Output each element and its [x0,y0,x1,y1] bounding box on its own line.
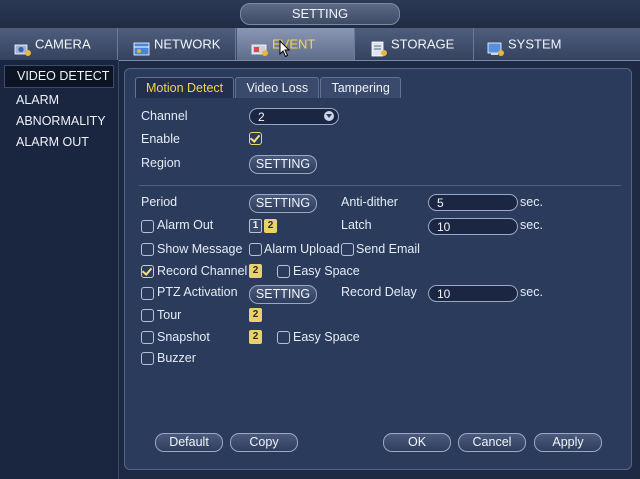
ptz-activation-checkbox[interactable] [141,287,154,300]
divider [139,185,621,186]
channel-value: 2 [258,110,265,124]
easy-space-checkbox[interactable] [277,265,290,278]
subtab-video-loss[interactable]: Video Loss [235,77,320,98]
snapshot-label: Snapshot [157,330,210,344]
chevron-down-icon[interactable] [324,111,334,121]
anti-dither-label: Anti-dither [341,195,398,209]
anti-dither-unit: sec. [520,195,543,209]
send-email-checkbox[interactable] [341,243,354,256]
ptz-activation-label: PTZ Activation [157,285,238,299]
show-message-checkbox[interactable] [141,243,154,256]
tour-label: Tour [157,308,182,322]
tab-network[interactable]: NETWORK [119,28,236,60]
region-label: Region [141,156,181,170]
buzzer-label: Buzzer [157,351,196,365]
subtab-bar: Motion Detect Video Loss Tampering [135,77,401,99]
record-delay-unit: sec. [520,285,543,299]
tab-label: SYSTEM [508,36,562,52]
period-setting-button[interactable]: SETTING [249,194,317,213]
cancel-button[interactable]: Cancel [458,433,526,452]
top-navigation: CAMERA NETWORK EVENT STORAGE SYSTEM [0,28,640,61]
ok-button[interactable]: OK [383,433,451,452]
default-button[interactable]: Default [155,433,223,452]
sidebar: VIDEO DETECT ALARM ABNORMALITY ALARM OUT [0,60,119,479]
alarm-out-channel-1[interactable]: 1 [249,219,262,233]
tab-event[interactable]: EVENT [237,28,355,60]
tab-camera[interactable]: CAMERA [0,28,118,60]
show-message-label: Show Message [157,242,243,256]
tab-label: CAMERA [35,36,91,52]
alarm-out-label: Alarm Out [157,218,214,232]
title-bar: SETTING [0,0,640,28]
tour-channel-2[interactable]: 2 [249,308,262,322]
tab-system[interactable]: SYSTEM [475,28,640,60]
event-icon [251,37,269,56]
record-delay-input[interactable]: 10 [428,285,518,302]
mouse-cursor-icon [279,40,291,58]
enable-label: Enable [141,132,180,146]
tab-storage[interactable]: STORAGE [356,28,474,60]
sidebar-item-abnormality[interactable]: ABNORMALITY [0,111,118,132]
channel-select[interactable]: 2 [249,108,339,125]
subtab-motion-detect[interactable]: Motion Detect [135,77,235,98]
sidebar-item-alarm[interactable]: ALARM [0,90,118,111]
snapshot-checkbox[interactable] [141,331,154,344]
system-icon [487,37,505,56]
apply-button[interactable]: Apply [534,433,602,452]
alarm-upload-checkbox[interactable] [249,243,262,256]
alarm-out-channel-2[interactable]: 2 [264,219,277,233]
window-title: SETTING [240,3,400,25]
latch-input[interactable]: 10 [428,218,518,235]
tour-checkbox[interactable] [141,309,154,322]
buzzer-checkbox[interactable] [141,352,154,365]
tab-label: NETWORK [154,36,221,52]
alarm-out-checkbox[interactable] [141,220,154,233]
anti-dither-input[interactable]: 5 [428,194,518,211]
channel-label: Channel [141,109,188,123]
easy-space-label: Easy Space [293,264,360,278]
enable-checkbox[interactable] [249,132,262,145]
copy-button[interactable]: Copy [230,433,298,452]
easy-space-2-checkbox[interactable] [277,331,290,344]
record-channel-checkbox[interactable] [141,265,154,278]
alarm-upload-label: Alarm Upload [264,242,340,256]
record-channel-label: Record Channel [157,264,248,278]
region-setting-button[interactable]: SETTING [249,155,317,174]
sidebar-item-video-detect[interactable]: VIDEO DETECT [4,65,114,88]
snapshot-channel-2[interactable]: 2 [249,330,262,344]
period-label: Period [141,195,178,209]
send-email-label: Send Email [356,242,420,256]
easy-space-2-label: Easy Space [293,330,360,344]
storage-icon [370,37,388,56]
camera-icon [14,37,32,56]
subtab-tampering[interactable]: Tampering [320,77,401,98]
network-icon [133,37,151,55]
motion-detect-panel: Motion Detect Video Loss Tampering Chann… [124,68,632,470]
latch-label: Latch [341,218,372,232]
latch-unit: sec. [520,218,543,232]
sidebar-item-alarm-out[interactable]: ALARM OUT [0,132,118,153]
record-channel-2[interactable]: 2 [249,264,262,278]
tab-label: STORAGE [391,36,455,52]
ptz-setting-button[interactable]: SETTING [249,285,317,304]
record-delay-label: Record Delay [341,285,417,299]
